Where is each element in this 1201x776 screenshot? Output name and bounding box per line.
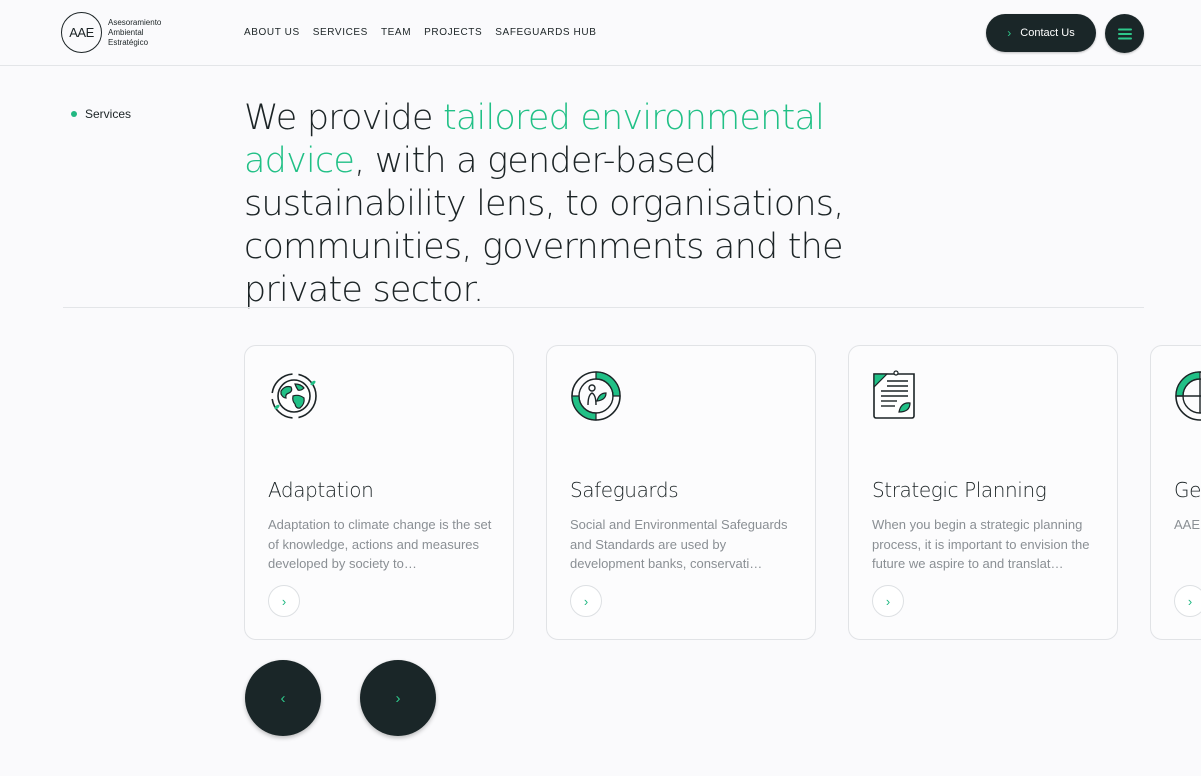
chevron-right-icon: › <box>395 689 401 707</box>
page-headline: We provide tailored environmental advice… <box>244 97 934 312</box>
menu-button[interactable] <box>1105 14 1144 53</box>
logo-line-1: Asesoramiento <box>108 17 162 27</box>
card-description: Adaptation to climate change is the set … <box>268 517 492 571</box>
headline-pre: We provide <box>244 98 443 138</box>
card-description: Social and Environmental Safeguards and … <box>570 517 788 571</box>
nav-team[interactable]: TEAM <box>381 27 411 38</box>
section-label: Services <box>71 107 131 121</box>
section-label-text: Services <box>85 107 132 121</box>
chevron-right-icon: › <box>885 593 891 609</box>
service-card-partial[interactable]: Ge AAE with pers › <box>1150 345 1201 640</box>
chevron-right-icon: › <box>1187 593 1193 609</box>
logo-mark: AAE <box>61 12 102 53</box>
carousel-next-button[interactable]: › <box>360 660 436 736</box>
contact-us-label: Contact Us <box>1020 27 1075 39</box>
card-title: Ge <box>1174 478 1201 502</box>
contact-us-button[interactable]: › Contact Us <box>986 14 1096 52</box>
card-description: AAE with pers <box>1174 517 1201 532</box>
safeguards-icon <box>571 371 621 421</box>
logo-text: Asesoramiento Ambiental Estratégico <box>108 18 161 48</box>
nav-about-us[interactable]: ABOUT US <box>244 27 300 38</box>
logo-line-3: Estratégico <box>108 37 149 47</box>
card-arrow-button[interactable]: › <box>570 585 602 617</box>
card-arrow-button[interactable]: › <box>268 585 300 617</box>
divider <box>63 307 1144 308</box>
chevron-left-icon: ‹ <box>280 689 286 707</box>
service-card-adaptation[interactable]: Adaptation Adaptation to climate change … <box>244 345 514 640</box>
service-card-strategic-planning[interactable]: Strategic Planning When you begin a stra… <box>848 345 1118 640</box>
card-title: Adaptation <box>268 478 374 502</box>
chevron-right-icon: › <box>1007 26 1012 40</box>
card-arrow-button[interactable]: › <box>872 585 904 617</box>
logo[interactable]: AAE Asesoramiento Ambiental Estratégico <box>61 12 161 53</box>
bullet-dot-icon <box>71 111 77 117</box>
hamburger-icon <box>1117 28 1132 39</box>
card-arrow-button[interactable]: › <box>1174 585 1201 617</box>
card-title: Safeguards <box>570 478 679 502</box>
card-description: When you begin a strategic planning proc… <box>872 517 1090 571</box>
chevron-right-icon: › <box>281 593 287 609</box>
chevron-right-icon: › <box>583 593 589 609</box>
main-nav: ABOUT US SERVICES TEAM PROJECTS SAFEGUAR… <box>244 27 596 38</box>
card-title: Strategic Planning <box>872 478 1047 502</box>
gender-icon <box>1175 371 1201 421</box>
globe-icon <box>271 373 317 419</box>
service-card-safeguards[interactable]: Safeguards Social and Environmental Safe… <box>546 345 816 640</box>
document-leaf-icon <box>873 370 915 419</box>
nav-services[interactable]: SERVICES <box>313 27 368 38</box>
carousel-prev-button[interactable]: ‹ <box>245 660 321 736</box>
nav-safeguards-hub[interactable]: SAFEGUARDS HUB <box>495 27 596 38</box>
page: AAE Asesoramiento Ambiental Estratégico … <box>0 0 1201 776</box>
site-header: AAE Asesoramiento Ambiental Estratégico … <box>0 0 1201 66</box>
logo-line-2: Ambiental <box>108 27 144 37</box>
nav-projects[interactable]: PROJECTS <box>424 27 482 38</box>
